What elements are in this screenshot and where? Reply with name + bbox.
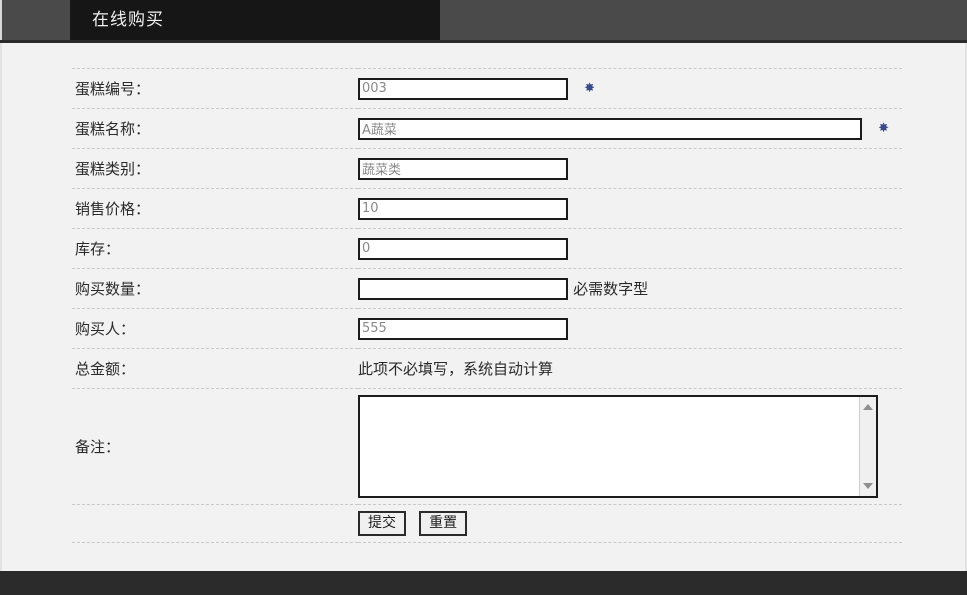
field-cell-remark — [358, 389, 902, 505]
form-row-remark: 备注： — [72, 389, 902, 505]
form-row-cake-id: 蛋糕编号： ✸ — [72, 68, 902, 109]
label-sale-price: 销售价格： — [75, 200, 151, 218]
label-remark: 备注： — [75, 438, 121, 456]
scroll-down-arrow-icon[interactable] — [860, 478, 876, 494]
label-stock: 库存： — [75, 240, 121, 258]
field-cell-cake-id: ✸ — [358, 69, 902, 109]
footer-bar — [0, 571, 967, 595]
sale-price-input[interactable] — [358, 197, 568, 220]
remark-textarea[interactable] — [360, 397, 859, 496]
field-cell-total-amount: 此项不必填写，系统自动计算 — [358, 349, 902, 389]
tab-bar-left-edge — [0, 0, 2, 40]
stock-input[interactable] — [358, 237, 568, 260]
tab-bar: 在线购买 — [0, 0, 967, 43]
form-row-total-amount: 总金额： 此项不必填写，系统自动计算 — [72, 349, 902, 389]
form-row-actions: 提交 重置 — [72, 505, 902, 543]
remark-textarea-wrap — [358, 395, 878, 498]
form-row-stock: 库存： — [72, 229, 902, 269]
purchase-form-panel: 蛋糕编号： ✸ 蛋糕名称： ✸ 蛋糕类别： — [0, 43, 967, 571]
required-star-icon-cake-id: ✸ — [584, 80, 595, 96]
total-amount-note: 此项不必填写，系统自动计算 — [358, 359, 554, 378]
purchase-form-table: 蛋糕编号： ✸ 蛋糕名称： ✸ 蛋糕类别： — [72, 68, 902, 543]
scroll-up-arrow-icon[interactable] — [860, 399, 876, 415]
form-row-purchase-quantity: 购买数量： 必需数字型 — [72, 269, 902, 309]
label-cake-name: 蛋糕名称： — [75, 120, 151, 138]
submit-button[interactable]: 提交 — [358, 511, 406, 536]
buyer-input[interactable] — [358, 317, 568, 340]
field-cell-purchase-quantity: 必需数字型 — [358, 269, 902, 309]
required-star-icon-cake-name: ✸ — [878, 120, 889, 136]
purchase-form-body: 蛋糕编号： ✸ 蛋糕名称： ✸ 蛋糕类别： — [72, 68, 902, 543]
label-total-amount: 总金额： — [75, 360, 136, 378]
purchase-quantity-input[interactable] — [358, 277, 568, 300]
form-row-sale-price: 销售价格： — [72, 189, 902, 229]
reset-button[interactable]: 重置 — [419, 511, 468, 536]
field-cell-cake-name: ✸ — [358, 109, 902, 149]
scroll-down-triangle — [863, 483, 873, 489]
label-cake-category: 蛋糕类别： — [75, 160, 151, 178]
tab-online-purchase-label: 在线购买 — [92, 10, 164, 30]
scroll-up-triangle — [863, 404, 873, 410]
form-row-cake-name: 蛋糕名称： ✸ — [72, 109, 902, 149]
form-row-cake-category: 蛋糕类别： — [72, 149, 902, 189]
cake-category-input[interactable] — [358, 157, 568, 180]
label-purchase-quantity: 购买数量： — [75, 280, 151, 298]
field-cell-buyer — [358, 309, 902, 349]
label-actions-spacer — [72, 505, 358, 543]
field-cell-actions: 提交 重置 — [358, 505, 902, 543]
label-cake-id: 蛋糕编号： — [75, 80, 151, 98]
label-buyer: 购买人： — [75, 320, 136, 338]
remark-textarea-scrollbar[interactable] — [859, 397, 876, 496]
form-row-buyer: 购买人： — [72, 309, 902, 349]
cake-id-input[interactable] — [358, 77, 568, 100]
purchase-quantity-hint: 必需数字型 — [573, 279, 649, 298]
field-cell-cake-category — [358, 149, 902, 189]
field-cell-stock — [358, 229, 902, 269]
tab-online-purchase[interactable]: 在线购买 — [70, 0, 440, 40]
cake-name-input[interactable] — [358, 117, 862, 140]
field-cell-sale-price — [358, 189, 902, 229]
